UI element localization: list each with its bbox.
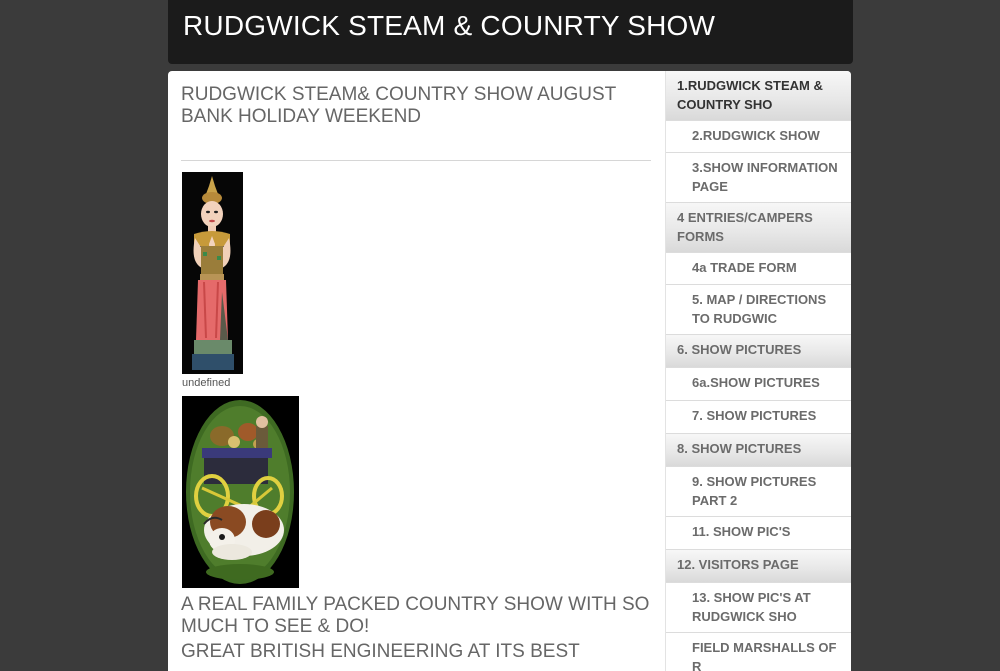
nav-item-show-pics-11[interactable]: 11. SHOW PIC'S (666, 517, 851, 550)
page: RUDGWICK STEAM & COUNRTY SHOW RUDGWICK S… (168, 0, 853, 671)
nav-item-show-pictures-6[interactable]: 6. SHOW PICTURES (666, 335, 851, 368)
dog-cart-image (182, 396, 299, 588)
statue-photo (182, 172, 243, 374)
tagline-secondary: GREAT BRITISH ENGINEERING AT ITS BEST (181, 641, 580, 662)
nav-item-visitors-page[interactable]: 12. VISITORS PAGE (666, 550, 851, 583)
nav-item-map-directions[interactable]: 5. MAP / DIRECTIONS TO RUDGWIC (666, 285, 851, 335)
nav-item-entries-campers-forms[interactable]: 4 ENTRIES/CAMPERS FORMS (666, 203, 851, 253)
nav-item-rudgwick-show[interactable]: 2.RUDGWICK SHOW (666, 121, 851, 153)
page-heading: RUDGWICK STEAM& COUNTRY SHOW AUGUST BANK… (181, 84, 616, 127)
nav-item-show-pictures-6a[interactable]: 6a.SHOW PICTURES (666, 368, 851, 401)
sidebar-nav: 1.RUDGWICK STEAM & COUNTRY SHO 2.RUDGWIC… (665, 71, 851, 671)
nav-item-show-pics-rudgwick[interactable]: 13. SHOW PIC'S AT RUDGWICK SHO (666, 583, 851, 633)
tagline: A REAL FAMILY PACKED COUNTRY SHOW WITH S… (181, 594, 650, 637)
dog-cart-photo (182, 396, 299, 588)
image-caption: undefined (182, 377, 231, 389)
nav-item-rudgwick-steam-country-show[interactable]: 1.RUDGWICK STEAM & COUNTRY SHO (666, 71, 851, 121)
main-content: RUDGWICK STEAM& COUNTRY SHOW AUGUST BANK… (168, 71, 665, 671)
site-title[interactable]: RUDGWICK STEAM & COUNRTY SHOW (183, 10, 715, 42)
nav-item-show-pictures-part-2[interactable]: 9. SHOW PICTURES PART 2 (666, 467, 851, 517)
nav-item-field-marshalls[interactable]: FIELD MARSHALLS OF R (666, 633, 851, 671)
nav-item-show-information[interactable]: 3.SHOW INFORMATION PAGE (666, 153, 851, 203)
site-header: RUDGWICK STEAM & COUNRTY SHOW (168, 0, 853, 64)
nav-item-show-pictures-8[interactable]: 8. SHOW PICTURES (666, 434, 851, 467)
nav-item-show-pictures-7[interactable]: 7. SHOW PICTURES (666, 401, 851, 434)
statue-figure-image (182, 172, 243, 374)
nav-item-trade-form[interactable]: 4a TRADE FORM (666, 253, 851, 285)
divider (181, 160, 651, 161)
